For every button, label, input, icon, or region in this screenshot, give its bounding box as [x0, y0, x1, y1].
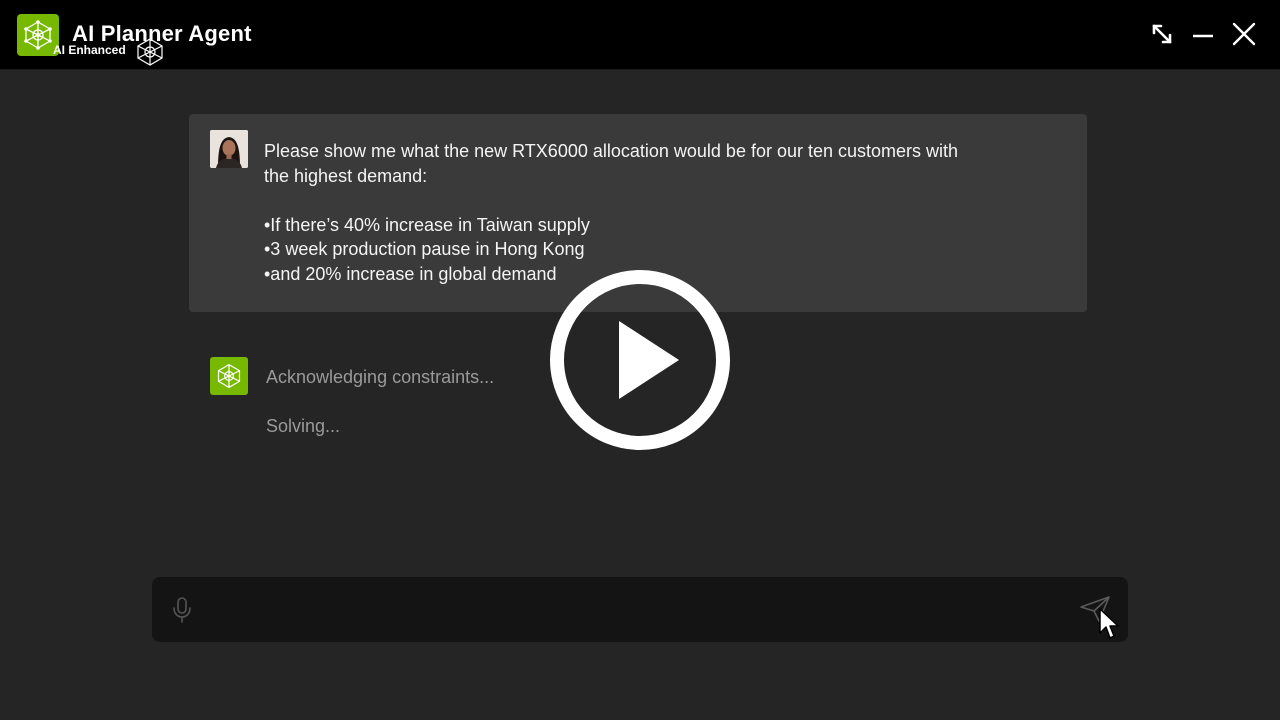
title-bar: AI Planner Agent AI Enhanced: [0, 0, 1280, 70]
network-brain-icon: [217, 363, 241, 389]
network-brain-icon: [137, 38, 163, 66]
chat-input[interactable]: [152, 577, 1128, 642]
close-icon: [1232, 22, 1256, 46]
agent-status-text: Acknowledging constraints...: [266, 367, 495, 387]
user-avatar: [210, 130, 248, 168]
play-icon[interactable]: [549, 269, 731, 451]
network-brain-icon: [24, 20, 52, 50]
agent-status-text: Solving...: [266, 416, 341, 436]
message-bullet: •If there’s 40% increase in Taiwan suppl…: [264, 214, 590, 235]
minimize-icon: [1193, 34, 1213, 38]
mouse-cursor-icon: [1099, 608, 1119, 639]
message-bullet: •3 week production pause in Hong Kong: [264, 239, 585, 259]
message-line: the highest demand:: [264, 165, 428, 186]
app-subtitle: AI Enhanced: [53, 43, 126, 57]
expand-button[interactable]: [1148, 20, 1176, 48]
minimize-button[interactable]: [1189, 20, 1217, 48]
microphone-icon[interactable]: [172, 597, 192, 623]
close-button[interactable]: [1230, 20, 1258, 48]
user-message-text: Please show me what the new RTX6000 allo…: [264, 139, 1044, 286]
agent-avatar: [210, 357, 248, 395]
expand-icon: [1152, 24, 1172, 44]
message-line: Please show me what the new RTX6000 allo…: [264, 141, 959, 161]
